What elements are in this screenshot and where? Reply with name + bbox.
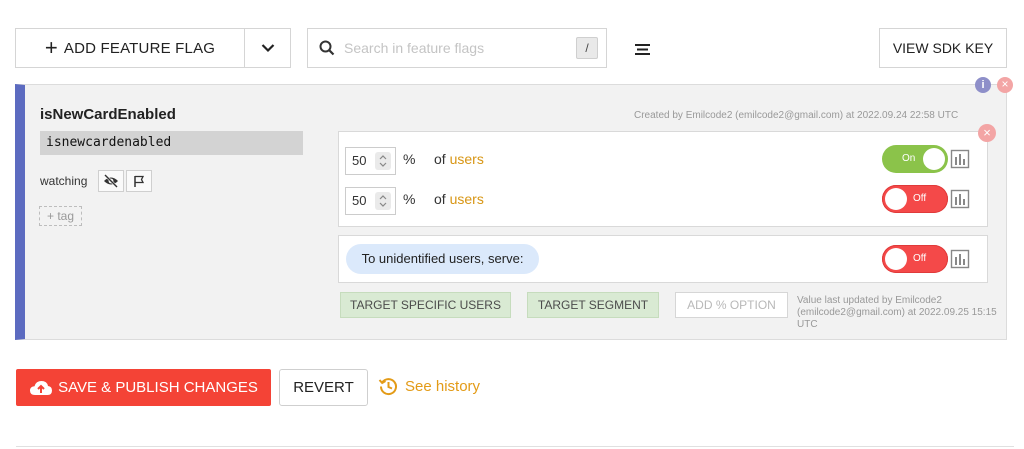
cloud-upload-icon (29, 380, 53, 396)
bar-chart-icon[interactable] (950, 149, 970, 169)
flag-delete-icon[interactable]: × (997, 77, 1013, 93)
save-publish-label: SAVE & PUBLISH CHANGES (58, 379, 258, 396)
rule-percent-input[interactable]: 50 (345, 147, 396, 175)
see-history-link[interactable]: See history (378, 376, 480, 397)
divider (16, 446, 1014, 447)
users-link[interactable]: users (450, 191, 484, 207)
sort-menu-icon[interactable] (634, 40, 652, 58)
add-options-dropdown-button[interactable] (244, 28, 291, 68)
history-icon (378, 378, 397, 396)
bar-chart-icon[interactable] (950, 189, 970, 209)
remove-rules-icon[interactable]: × (978, 124, 996, 142)
target-specific-users-button[interactable]: TARGET SPECIFIC USERS (340, 292, 511, 318)
add-percent-option-button[interactable]: ADD % OPTION (675, 292, 788, 318)
save-publish-button[interactable]: SAVE & PUBLISH CHANGES (16, 369, 271, 406)
spinner-icon[interactable] (375, 152, 391, 170)
last-updated-info: Value last updated by Emilcode2 (emilcod… (797, 295, 997, 330)
spinner-icon[interactable] (375, 192, 391, 210)
flag-watch-button[interactable] (126, 170, 152, 192)
plus-icon: + (44, 35, 58, 60)
unidentified-users-label: To unidentified users, serve: (346, 244, 539, 274)
add-feature-flag-button[interactable]: + ADD FEATURE FLAG (15, 28, 245, 68)
bar-chart-icon[interactable] (950, 249, 970, 269)
search-icon (319, 40, 335, 56)
chevron-down-icon (261, 44, 274, 53)
rule-percent-input[interactable]: 50 (345, 187, 396, 215)
users-link[interactable]: users (450, 151, 484, 167)
flag-icon (134, 175, 145, 187)
rule-toggle-on[interactable]: On (882, 145, 948, 173)
rule-target-text: of users (434, 151, 484, 167)
search-box[interactable]: / (307, 28, 607, 68)
unwatch-button[interactable] (98, 170, 124, 192)
watching-label: watching (40, 174, 88, 188)
eye-slash-icon (104, 174, 118, 188)
add-feature-flag-label: ADD FEATURE FLAG (63, 39, 216, 57)
created-info: Created by Emilcode2 (emilcode2@gmail.co… (634, 110, 959, 121)
search-shortcut-key: / (576, 37, 598, 59)
rule-target-text: of users (434, 191, 484, 207)
revert-button[interactable]: REVERT (279, 369, 368, 406)
search-input[interactable] (342, 39, 567, 57)
percent-symbol: % (403, 151, 416, 167)
unidentified-toggle[interactable]: Off (882, 245, 948, 273)
add-tag-button[interactable]: + tag (39, 206, 82, 226)
percent-symbol: % (403, 191, 416, 207)
flag-info-icon[interactable]: i (975, 77, 991, 93)
rule-toggle-off[interactable]: Off (882, 185, 948, 213)
view-sdk-key-button[interactable]: VIEW SDK KEY (879, 28, 1007, 68)
flag-key: isnewcardenabled (40, 131, 303, 155)
target-segment-button[interactable]: TARGET SEGMENT (527, 292, 659, 318)
flag-name: isNewCardEnabled (40, 106, 176, 123)
